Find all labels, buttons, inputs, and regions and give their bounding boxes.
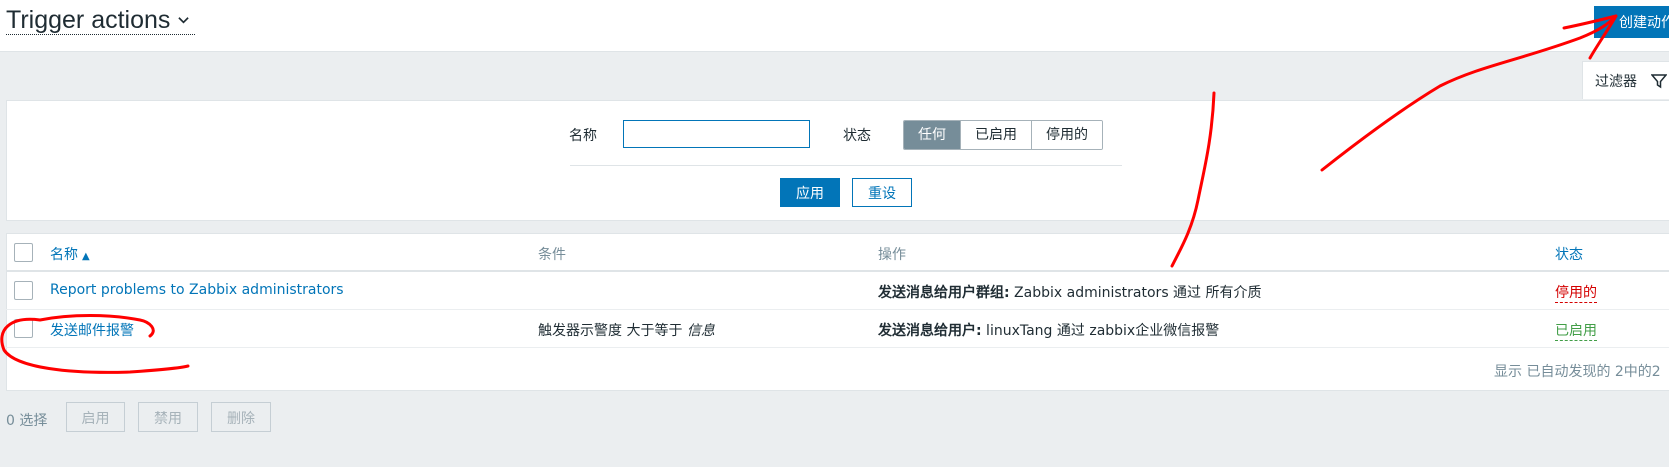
action-operations: 发送消息给用户: linuxTang 通过 zabbix企业微信报警 (878, 320, 1219, 340)
row-checkbox[interactable] (14, 319, 33, 338)
page-title-text: Trigger actions (6, 6, 171, 34)
status-option-any[interactable]: 任何 (904, 121, 961, 149)
operation-label: 发送消息给用户: (878, 323, 982, 339)
status-toggle-link[interactable]: 已启用 (1555, 320, 1597, 341)
sort-asc-icon: ▲ (82, 251, 90, 262)
selected-count: 0 选择 (6, 413, 48, 429)
action-name-link[interactable]: Report problems to Zabbix administrators (50, 282, 344, 298)
column-name-header[interactable]: 名称 ▲ (50, 244, 90, 264)
condition-value: 信息 (686, 323, 715, 339)
status-toggle-link[interactable]: 停用的 (1555, 282, 1597, 303)
filter-divider (570, 165, 1122, 166)
create-action-button[interactable]: 创建动作 (1594, 6, 1669, 38)
table-row: 发送邮件报警 触发器示警度 大于等于 信息 发送消息给用户: linuxTang… (6, 311, 1669, 348)
status-filter-label: 状态 (843, 128, 871, 144)
status-option-disabled[interactable]: 停用的 (1032, 121, 1102, 149)
table-row: Report problems to Zabbix administrators… (6, 273, 1669, 310)
mass-disable-button[interactable]: 禁用 (138, 402, 198, 432)
mass-enable-button[interactable]: 启用 (66, 402, 125, 432)
filter-icon (1651, 73, 1667, 88)
column-status-header[interactable]: 状态 (1555, 244, 1583, 264)
page-title[interactable]: Trigger actions (6, 6, 196, 35)
name-filter-label: 名称 (569, 128, 597, 144)
status-filter-segmented: 任何 已启用 停用的 (903, 120, 1103, 150)
operation-text: Zabbix administrators 通过 所有介质 (1009, 285, 1262, 301)
column-conditions-header: 条件 (538, 247, 566, 263)
row-checkbox[interactable] (14, 281, 33, 300)
apply-button[interactable]: 应用 (780, 178, 840, 207)
condition-text: 触发器示警度 大于等于 (538, 323, 687, 339)
action-name-link[interactable]: 发送邮件报警 (50, 320, 134, 340)
operation-label: 发送消息给用户群组: (878, 285, 1010, 301)
action-operations: 发送消息给用户群组: Zabbix administrators 通过 所有介质 (878, 282, 1262, 302)
chevron-down-icon (178, 16, 190, 24)
column-name-label: 名称 (50, 247, 78, 263)
column-operations-header: 操作 (878, 247, 906, 263)
select-all-checkbox[interactable] (14, 243, 33, 262)
name-filter-input[interactable] (623, 120, 810, 148)
filter-tab[interactable]: 过滤器 (1582, 61, 1669, 99)
table-header-row: 名称 ▲ 条件 操作 状态 (6, 234, 1669, 272)
action-conditions: 触发器示警度 大于等于 信息 (538, 320, 715, 340)
status-option-enabled[interactable]: 已启用 (961, 121, 1032, 149)
page-header: Trigger actions 创建动作 (0, 0, 1669, 52)
table-stats: 显示 已自动发现的 2中的2 (1494, 364, 1661, 380)
mass-delete-button[interactable]: 删除 (211, 402, 271, 432)
filter-tab-label: 过滤器 (1595, 73, 1637, 90)
operation-text: linuxTang 通过 zabbix企业微信报警 (981, 323, 1220, 339)
reset-button[interactable]: 重设 (852, 178, 912, 207)
